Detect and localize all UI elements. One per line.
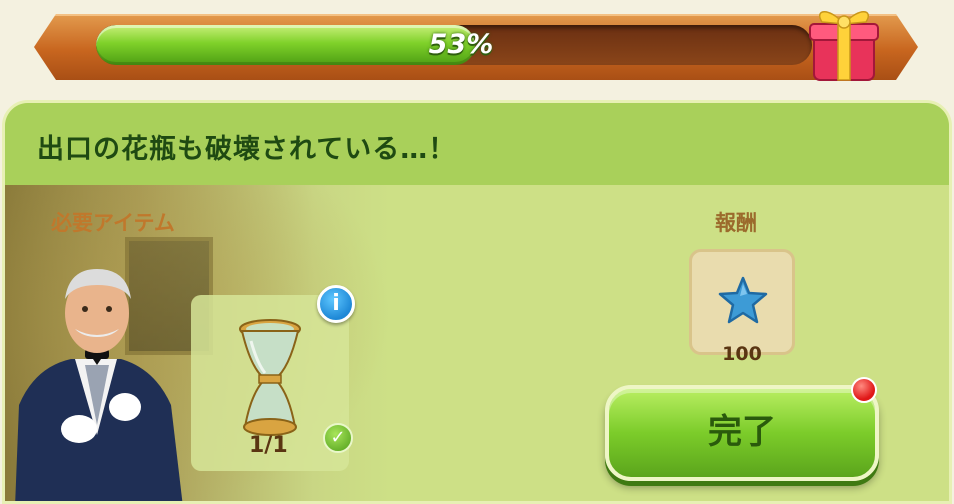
required-items-area: 必要アイテム 1/1 i ✓ xyxy=(5,185,391,501)
quest-title: 出口の花瓶も破壊されている…！ xyxy=(37,134,457,165)
required-items-label: 必要アイテム xyxy=(51,211,175,235)
notification-dot xyxy=(851,377,877,403)
info-icon: i xyxy=(332,291,340,316)
panel-header: 出口の花瓶も破壊されている…！ xyxy=(5,103,949,185)
gift-icon[interactable] xyxy=(804,0,884,84)
quest-panel: 出口の花瓶も破壊されている…！ 必要アイテム 1/1 i ✓ 報酬 100 完了 xyxy=(2,100,952,504)
item-count: 1/1 xyxy=(249,433,288,458)
reward-amount: 100 xyxy=(722,343,762,365)
reward-label: 報酬 xyxy=(715,211,757,235)
butler-character xyxy=(15,269,183,501)
checkmark-icon: ✓ xyxy=(323,423,353,453)
blue-star-icon xyxy=(718,276,768,324)
vase-icon xyxy=(239,319,301,436)
reward-card xyxy=(689,249,795,355)
quest-screen: 53% 出口の花瓶も破壊されている…！ 必要アイテム 1/1 i ✓ 報酬 10… xyxy=(0,0,954,504)
complete-button[interactable]: 完了 xyxy=(605,385,879,481)
progress-percent: 53% xyxy=(428,29,494,60)
info-button[interactable]: i xyxy=(317,285,355,323)
